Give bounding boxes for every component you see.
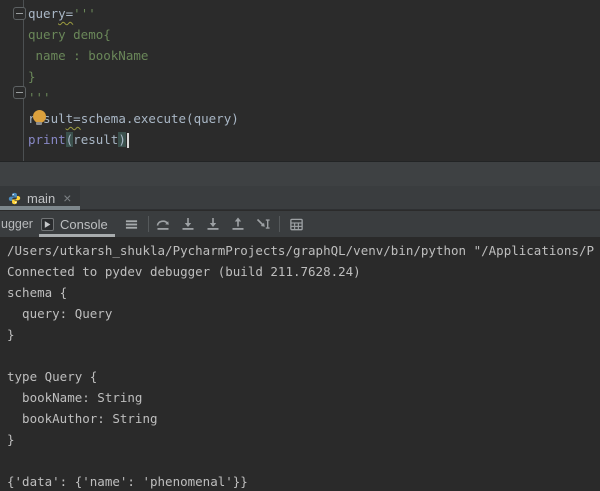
toolbar-divider [279, 216, 280, 232]
menu-icon[interactable] [124, 216, 140, 232]
fold-collapse-icon[interactable] [13, 7, 26, 20]
tab-console[interactable]: Console [39, 211, 115, 237]
close-icon[interactable]: × [63, 191, 71, 205]
code-segment: } [28, 69, 36, 84]
code-segment: quer [28, 6, 58, 21]
code-segment: ''' [73, 6, 96, 21]
code-segment: result [73, 132, 118, 147]
step-into-icon[interactable] [180, 216, 196, 232]
console-line: } [7, 429, 600, 450]
step-out-icon[interactable] [230, 216, 246, 232]
console-line: bookName: String [7, 387, 600, 408]
console-line: Connected to pydev debugger (build 211.7… [7, 261, 600, 282]
code-line[interactable]: name : bookName [28, 45, 239, 66]
code-line[interactable]: query=''' [28, 3, 239, 24]
session-tab-row: main × [0, 186, 600, 210]
code-segment: query demo{ [28, 27, 111, 42]
code-line[interactable]: query demo{ [28, 24, 239, 45]
debug-toolwindow-header: main × [0, 162, 600, 210]
text-caret [127, 133, 129, 148]
force-step-into-icon[interactable] [205, 216, 221, 232]
session-tab-label: main [27, 191, 55, 206]
code-segment: print [28, 132, 66, 147]
gutter-divider [23, 0, 24, 161]
python-logo-icon [8, 192, 21, 205]
console-line [7, 345, 600, 366]
console-line: /Users/utkarsh_shukla/PycharmProjects/gr… [7, 240, 600, 261]
console-line: bookAuthor: String [7, 408, 600, 429]
console-tab-label: Console [60, 217, 108, 232]
code-segment: t= [66, 111, 81, 126]
pycharm-window: query='''query demo{ name : bookName}'''… [0, 0, 600, 491]
code-text[interactable]: query='''query demo{ name : bookName}'''… [28, 3, 239, 150]
code-line[interactable]: print(result) [28, 129, 239, 150]
code-line[interactable]: ''' [28, 87, 239, 108]
console-line: type Query { [7, 366, 600, 387]
intention-bulb-icon[interactable] [33, 110, 46, 123]
code-segment: y= [58, 6, 73, 21]
console-line: {'data': {'name': 'phenomenal'}} [7, 471, 600, 491]
step-over-icon[interactable] [155, 216, 171, 232]
run-to-cursor-icon[interactable] [255, 216, 271, 232]
fold-collapse-end-icon[interactable] [13, 86, 26, 99]
code-segment: schema.execute(query) [81, 111, 239, 126]
code-editor[interactable]: query='''query demo{ name : bookName}'''… [0, 0, 600, 161]
tab-main-session[interactable]: main × [0, 186, 80, 210]
console-line: schema { [7, 282, 600, 303]
tab-debugger-partial[interactable]: ugger [1, 217, 31, 231]
code-segment: ) [118, 132, 126, 147]
console-line: query: Query [7, 303, 600, 324]
console-line [7, 450, 600, 471]
debug-toolbar: ugger Console [0, 211, 600, 237]
code-segment: name : bookName [28, 48, 148, 63]
toolbar-divider [148, 216, 149, 232]
code-line[interactable]: result=schema.execute(query) [28, 108, 239, 129]
console-line: } [7, 324, 600, 345]
console-icon [41, 218, 54, 231]
code-segment: ''' [28, 90, 51, 105]
code-line[interactable]: } [28, 66, 239, 87]
evaluate-expression-icon[interactable] [289, 216, 305, 232]
console-output[interactable]: /Users/utkarsh_shukla/PycharmProjects/gr… [0, 237, 600, 491]
